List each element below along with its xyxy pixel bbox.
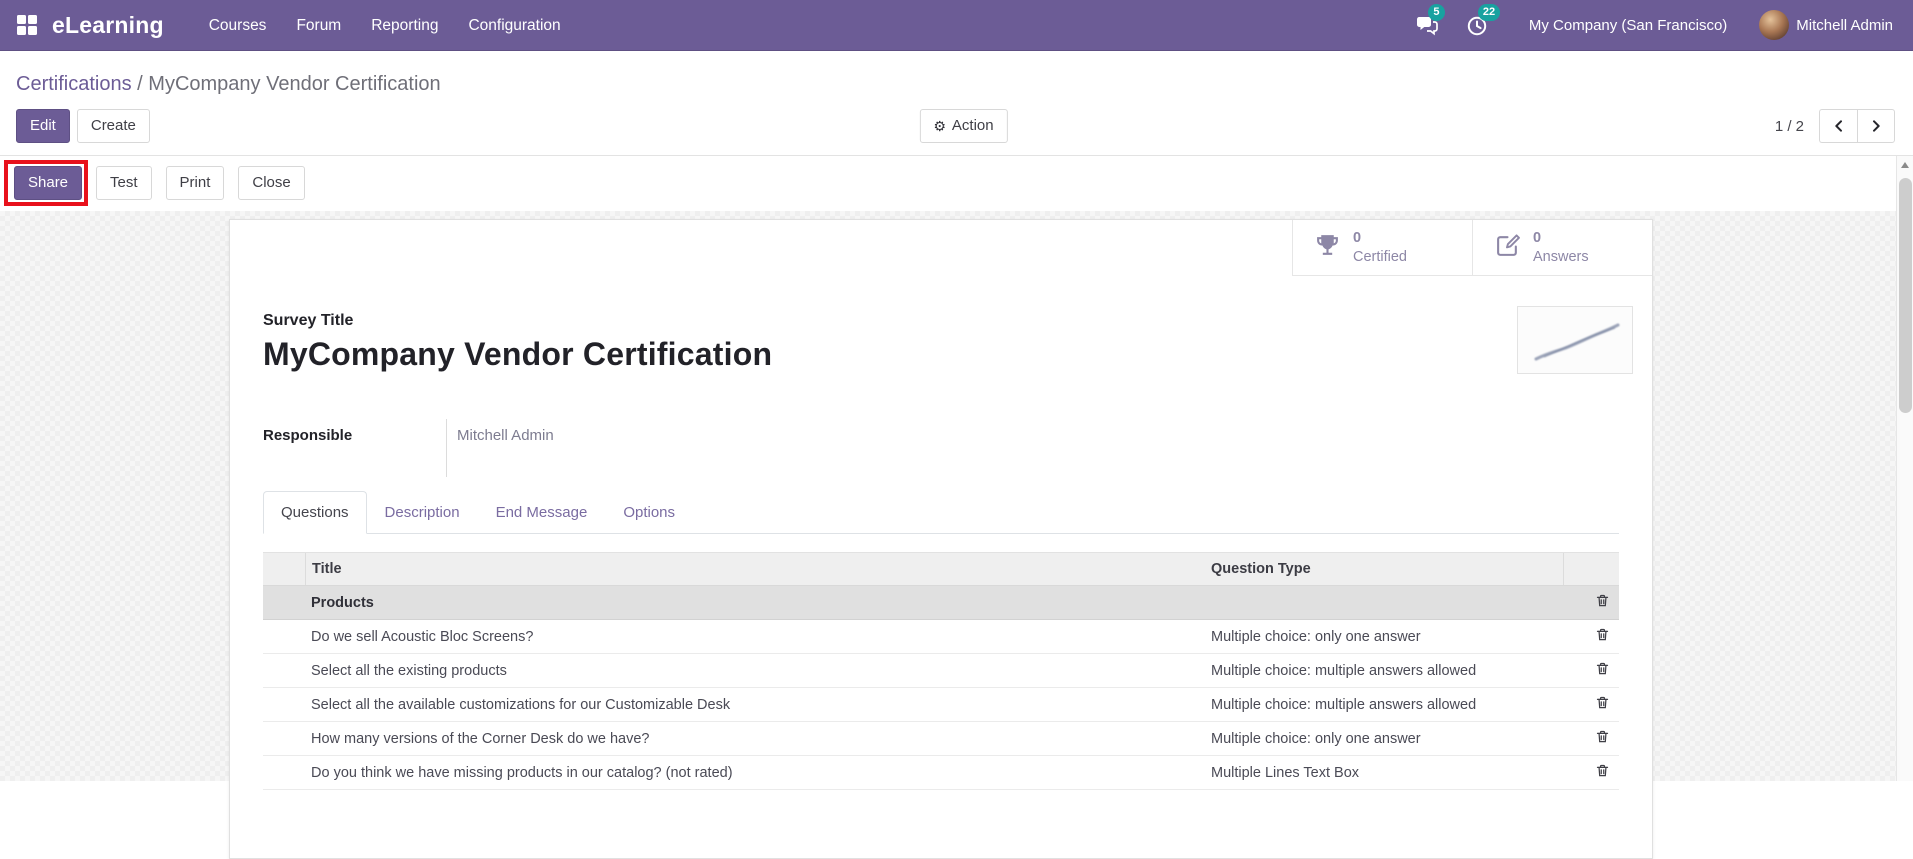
main-menu: Courses Forum Reporting Configuration [194,0,576,51]
form-sheet: 0 Certified 0 Answers Survey Title MyCom… [229,219,1653,859]
responsible-value[interactable]: Mitchell Admin [446,419,1619,477]
table-row[interactable]: Select all the available customizations … [263,688,1619,722]
trophy-icon [1315,233,1340,263]
responsible-field: Responsible Mitchell Admin [263,419,1619,477]
delete-row-button[interactable] [1585,654,1619,687]
create-button[interactable]: Create [76,109,150,143]
scrollbar-up-arrow[interactable] [1897,156,1913,173]
table-row[interactable]: Products [263,586,1619,620]
menu-item[interactable]: Reporting [356,0,453,51]
user-avatar [1759,10,1790,40]
pager-previous-button[interactable] [1819,109,1857,143]
table-body: Products Do we sell Acoustic Bloc Screen… [263,586,1619,790]
form-fields: Survey Title MyCompany Vendor Certificat… [230,220,1652,858]
breadcrumb-separator: / [131,73,149,95]
print-button[interactable]: Print [165,166,225,200]
activities-clock-icon[interactable]: 22 [1465,4,1501,37]
certified-count: 0 [1353,229,1362,246]
activities-badge: 22 [1477,4,1501,21]
table-row[interactable]: Select all the existing products Multipl… [263,654,1619,688]
navbar-right: 5 22 My Company (San Francisco) Mitchell… [1415,4,1897,40]
question-title-cell: Select all the available customizations … [311,696,731,713]
question-type-cell: Multiple choice: only one answer [1211,730,1421,747]
app-title[interactable]: eLearning [52,12,164,39]
scrollbar-thumb[interactable] [1899,178,1912,413]
question-type-cell: Multiple choice: multiple answers allowe… [1211,662,1477,679]
trash-icon [1595,763,1610,782]
question-type-cell: Multiple Lines Text Box [1211,764,1360,781]
question-title-cell: Select all the existing products [311,662,507,679]
top-navbar: eLearning Courses Forum Reporting Config… [0,0,1913,51]
responsible-label: Responsible [263,427,353,444]
gear-icon: ⚙ [933,118,946,134]
breadcrumb-certifications[interactable]: Certifications [16,73,132,95]
delete-row-button[interactable] [1585,620,1619,653]
answers-count: 0 [1533,229,1542,246]
tab[interactable]: Options [605,491,693,534]
pager: 1 / 2 [1775,109,1897,143]
survey-badge-image [1517,306,1633,374]
question-title-cell: Do we sell Acoustic Bloc Screens? [311,628,534,645]
delete-row-button[interactable] [1585,688,1619,721]
trash-icon [1595,661,1610,680]
delete-row-button[interactable] [1585,586,1619,619]
trash-icon [1595,729,1610,748]
table-header-row: Title Question Type [263,552,1619,586]
tab[interactable]: End Message [478,491,606,534]
edit-button[interactable]: Edit [16,109,70,143]
page-title: MyCompany Vendor Certification [263,336,773,372]
control-buttons-row: Edit Create ⚙ Action 1 / 2 [16,109,1897,155]
user-name: Mitchell Admin [1796,16,1893,34]
table-row[interactable]: Do you think we have missing products in… [263,756,1619,790]
tab[interactable]: Questions [263,491,367,534]
share-button[interactable]: Share [14,166,83,200]
messages-badge: 5 [1427,4,1445,21]
close-button[interactable]: Close [238,166,305,200]
survey-title-label: Survey Title [263,312,354,329]
test-button[interactable]: Test [96,166,152,200]
trash-icon [1595,627,1610,646]
question-title-cell: Products [311,594,374,611]
answers-stat-button[interactable]: 0 Answers [1472,220,1652,276]
pager-next-button[interactable] [1857,109,1895,143]
tab[interactable]: Description [367,491,478,534]
vertical-scrollbar[interactable] [1896,156,1913,781]
pager-count: 1 / 2 [1774,117,1804,135]
notebook-tabs: Questions Description End Message Option… [263,491,1619,534]
question-title-cell: Do you think we have missing products in… [311,764,733,781]
trash-icon [1595,695,1610,714]
table-row[interactable]: How many versions of the Corner Desk do … [263,722,1619,756]
question-title-cell: How many versions of the Corner Desk do … [311,730,650,747]
delete-row-button[interactable] [1585,722,1619,755]
company-switcher[interactable]: My Company (San Francisco) [1529,17,1727,34]
answers-label: Answers [1533,248,1589,265]
form-action-buttons-row: Share Test Print Close [0,155,1913,211]
trash-icon [1595,593,1610,612]
question-type-cell: Multiple choice: only one answer [1211,628,1421,645]
stat-buttons: 0 Certified 0 Answers [1292,220,1652,276]
menu-item[interactable]: Courses [194,0,282,51]
breadcrumb-current: MyCompany Vendor Certification [148,73,441,95]
question-type-cell: Multiple choice: multiple answers allowe… [1211,696,1477,713]
questions-table: Title Question Type Products Do we sell … [263,552,1619,790]
messages-icon[interactable]: 5 [1415,4,1445,37]
column-header-title: Title [305,553,1205,585]
delete-row-button[interactable] [1585,756,1619,789]
menu-item[interactable]: Forum [281,0,356,51]
pencil-square-icon [1495,233,1520,263]
user-menu[interactable]: Mitchell Admin [1759,10,1893,40]
table-row[interactable]: Do we sell Acoustic Bloc Screens? Multip… [263,620,1619,654]
certified-stat-button[interactable]: 0 Certified [1292,220,1472,276]
control-panel: Certifications / MyCompany Vendor Certif… [0,51,1913,155]
form-view-background: 0 Certified 0 Answers Survey Title MyCom… [0,211,1913,859]
breadcrumb: Certifications / MyCompany Vendor Certif… [16,69,1897,99]
menu-item[interactable]: Configuration [453,0,575,51]
apps-grid-icon[interactable] [16,14,38,36]
action-button[interactable]: ⚙ Action [919,109,1008,143]
certified-label: Certified [1353,248,1407,265]
column-header-question-type: Question Type [1211,561,1311,577]
